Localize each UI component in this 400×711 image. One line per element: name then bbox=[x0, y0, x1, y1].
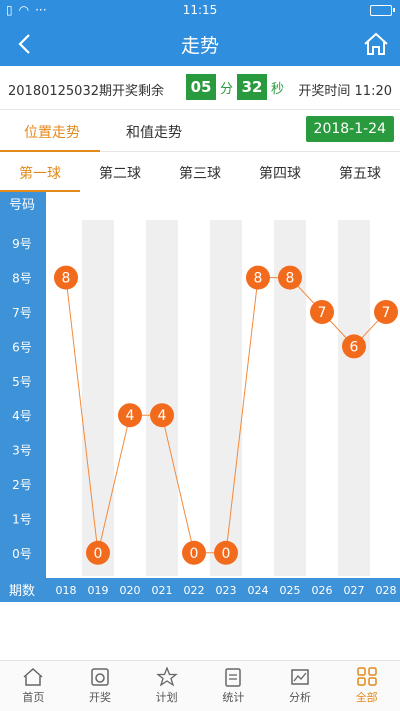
data-label: 8 bbox=[286, 271, 295, 287]
nav-item-draw[interactable]: 开奖 bbox=[67, 661, 134, 711]
period-tick-label: 021 bbox=[152, 584, 173, 597]
ball-tabs: 第一球 第二球 第三球 第四球 第五球 bbox=[0, 152, 400, 192]
data-label: 0 bbox=[190, 546, 199, 562]
battery-icon bbox=[370, 5, 395, 16]
period-tick-label: 018 bbox=[56, 584, 77, 597]
data-label: 0 bbox=[94, 546, 103, 562]
nav-item-plan[interactable]: 计划 bbox=[133, 661, 200, 711]
data-label: 6 bbox=[350, 339, 359, 355]
nav-label-analysis: 分析 bbox=[289, 691, 312, 704]
row-header-label: 号码 bbox=[9, 198, 35, 213]
row-label: 8号 bbox=[12, 272, 32, 286]
seconds-unit: 秒 bbox=[271, 81, 285, 97]
trend-type-tabs: 位置走势 和值走势 2018-1-24 bbox=[0, 110, 400, 152]
period-tick-label: 025 bbox=[280, 584, 301, 597]
nav-label-stats: 统计 bbox=[222, 691, 245, 704]
date-picker-button[interactable]: 2018-1-24 bbox=[305, 116, 394, 142]
row-label: 0号 bbox=[12, 547, 32, 561]
nav-item-analysis[interactable]: 分析 bbox=[267, 661, 334, 711]
tab-ball-4[interactable]: 第四球 bbox=[240, 163, 320, 183]
period-tick-label: 023 bbox=[216, 584, 237, 597]
row-label: 6号 bbox=[12, 340, 32, 354]
tab-position-trend[interactable]: 位置走势 bbox=[24, 122, 80, 142]
period-tick-label: 028 bbox=[376, 584, 397, 597]
issue-text: 20180125032期开奖剩余 bbox=[8, 84, 164, 99]
row-label: 2号 bbox=[12, 478, 32, 492]
row-label: 9号 bbox=[12, 237, 32, 251]
row-label: 5号 bbox=[12, 375, 32, 389]
countdown-minutes: 05 bbox=[186, 74, 216, 100]
nav-label-all: 全部 bbox=[355, 691, 378, 704]
countdown-seconds: 32 bbox=[237, 74, 268, 100]
tab-sum-trend[interactable]: 和值走势 bbox=[126, 122, 182, 142]
row-label: 4号 bbox=[12, 409, 32, 423]
data-label: 8 bbox=[62, 271, 71, 287]
clipboard-icon bbox=[225, 668, 242, 687]
tab-ball-5[interactable]: 第五球 bbox=[320, 163, 400, 183]
data-label: 4 bbox=[126, 408, 135, 424]
row-label: 3号 bbox=[12, 444, 32, 458]
star-icon bbox=[155, 667, 178, 687]
nav-label-plan: 计划 bbox=[155, 691, 178, 704]
data-label: 7 bbox=[318, 305, 327, 321]
period-tick-label: 020 bbox=[120, 584, 141, 597]
period-tick-label: 022 bbox=[184, 584, 205, 597]
countdown: 05 分 32 秒 bbox=[186, 74, 284, 100]
column-stripe bbox=[210, 220, 242, 576]
trend-chart: 号码 9号 8号 7号 6号 5号 4号 3号 2号 1号 0号期数 018 019 020 021 022 0… bbox=[0, 192, 400, 602]
page-title: 走势 bbox=[180, 35, 219, 57]
period-tick-label: 024 bbox=[248, 584, 269, 597]
nav-label-home: 首页 bbox=[22, 691, 45, 704]
status-bar: ▯ ◠ ··· 11:15 bbox=[0, 0, 400, 22]
nav-item-home[interactable]: 首页 bbox=[0, 661, 67, 711]
data-label: 8 bbox=[254, 271, 263, 287]
nav-bar: 走势 bbox=[0, 22, 400, 66]
minutes-unit: 分 bbox=[220, 81, 234, 97]
period-tick-label: 027 bbox=[344, 584, 365, 597]
bottom-nav: 首页 开奖 计划 统计 分析 全部 bbox=[0, 660, 400, 711]
home-icon[interactable] bbox=[362, 30, 390, 58]
data-label: 4 bbox=[158, 408, 167, 424]
nav-item-stats[interactable]: 统计 bbox=[200, 661, 267, 711]
row-label: 7号 bbox=[12, 306, 32, 320]
data-label: 0 bbox=[222, 546, 231, 562]
home-nav-icon bbox=[23, 667, 43, 686]
status-time: 11:15 bbox=[182, 3, 218, 17]
open-time: 开奖时间 11:20 bbox=[298, 84, 392, 99]
col-header-label: 期数 bbox=[9, 584, 35, 599]
column-stripe bbox=[82, 220, 114, 576]
grid-icon bbox=[356, 667, 377, 686]
data-label: 7 bbox=[382, 305, 391, 321]
chart-icon bbox=[291, 669, 309, 685]
tab-ball-1[interactable]: 第一球 bbox=[0, 163, 80, 183]
row-label: 1号 bbox=[12, 512, 32, 526]
period-tick-label: 026 bbox=[312, 584, 333, 597]
nav-item-all[interactable]: 全部 bbox=[333, 661, 400, 711]
column-stripe bbox=[338, 220, 370, 576]
draw-info-bar: 20180125032期开奖剩余 05 分 32 秒 开奖时间 11:20 bbox=[0, 66, 400, 110]
column-stripe bbox=[146, 220, 178, 576]
tab-ball-3[interactable]: 第三球 bbox=[160, 163, 240, 183]
period-tick-label: 019 bbox=[88, 584, 109, 597]
nav-label-draw: 开奖 bbox=[89, 691, 111, 704]
lottery-nav-icon bbox=[91, 668, 109, 686]
tab-ball-2[interactable]: 第二球 bbox=[80, 163, 160, 183]
